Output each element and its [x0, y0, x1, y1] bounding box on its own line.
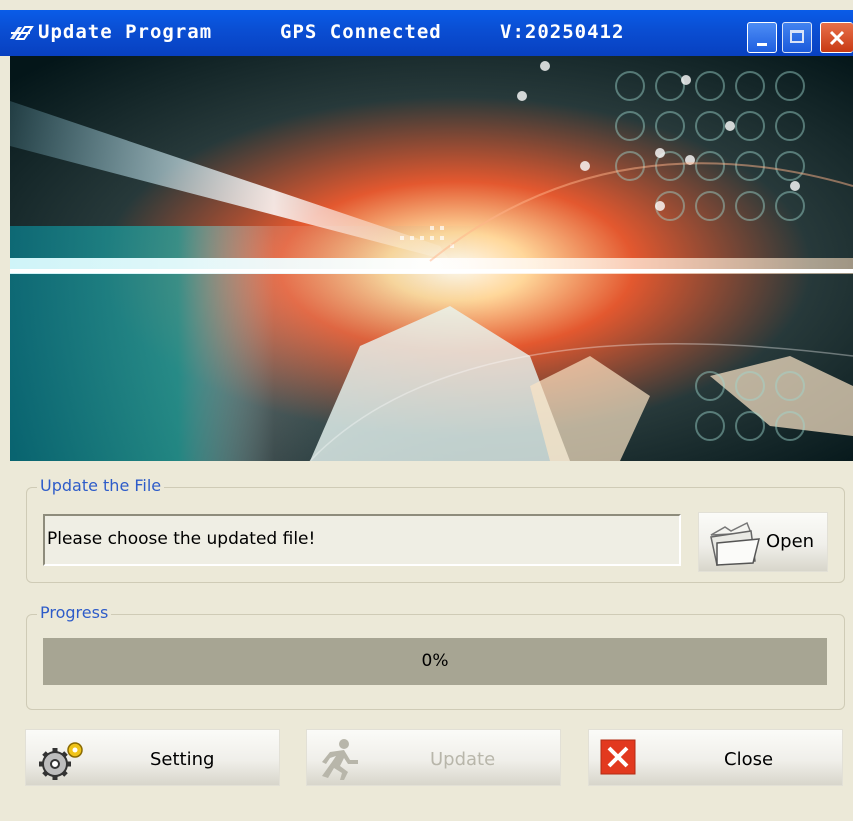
- open-button[interactable]: Open: [698, 512, 828, 572]
- progress-bar: 0%: [43, 638, 827, 685]
- update-file-group: Update the File Please choose the update…: [26, 476, 845, 583]
- setting-button[interactable]: Setting: [25, 729, 280, 786]
- progress-group: Progress 0%: [26, 603, 845, 710]
- window-close-button[interactable]: [820, 22, 853, 53]
- open-button-label: Open: [766, 531, 815, 552]
- window-title: Update Program: [38, 21, 213, 43]
- close-icon: [829, 30, 845, 46]
- close-x-icon: [600, 739, 636, 775]
- version-label: V:20250412: [500, 21, 625, 43]
- gps-status: GPS Connected: [280, 21, 442, 43]
- app-logo-icon: [8, 23, 34, 43]
- update-file-legend: Update the File: [37, 476, 165, 495]
- update-button[interactable]: Update: [306, 729, 561, 786]
- title-bar[interactable]: Update Program GPS Connected V:20250412: [0, 10, 853, 56]
- running-man-icon: [322, 739, 358, 780]
- banner-image: [10, 56, 853, 461]
- close-button-label: Close: [724, 749, 774, 770]
- gears-icon: [39, 742, 83, 780]
- folder-open-icon: [710, 521, 760, 566]
- progress-legend: Progress: [37, 603, 112, 622]
- maximize-button[interactable]: [782, 22, 812, 53]
- minimize-button[interactable]: [747, 22, 777, 53]
- progress-percent-label: 0%: [421, 651, 449, 671]
- file-path-field[interactable]: Please choose the updated file!: [43, 514, 681, 566]
- setting-button-label: Setting: [150, 749, 215, 770]
- update-button-label: Update: [430, 749, 496, 770]
- close-button[interactable]: Close: [588, 729, 843, 786]
